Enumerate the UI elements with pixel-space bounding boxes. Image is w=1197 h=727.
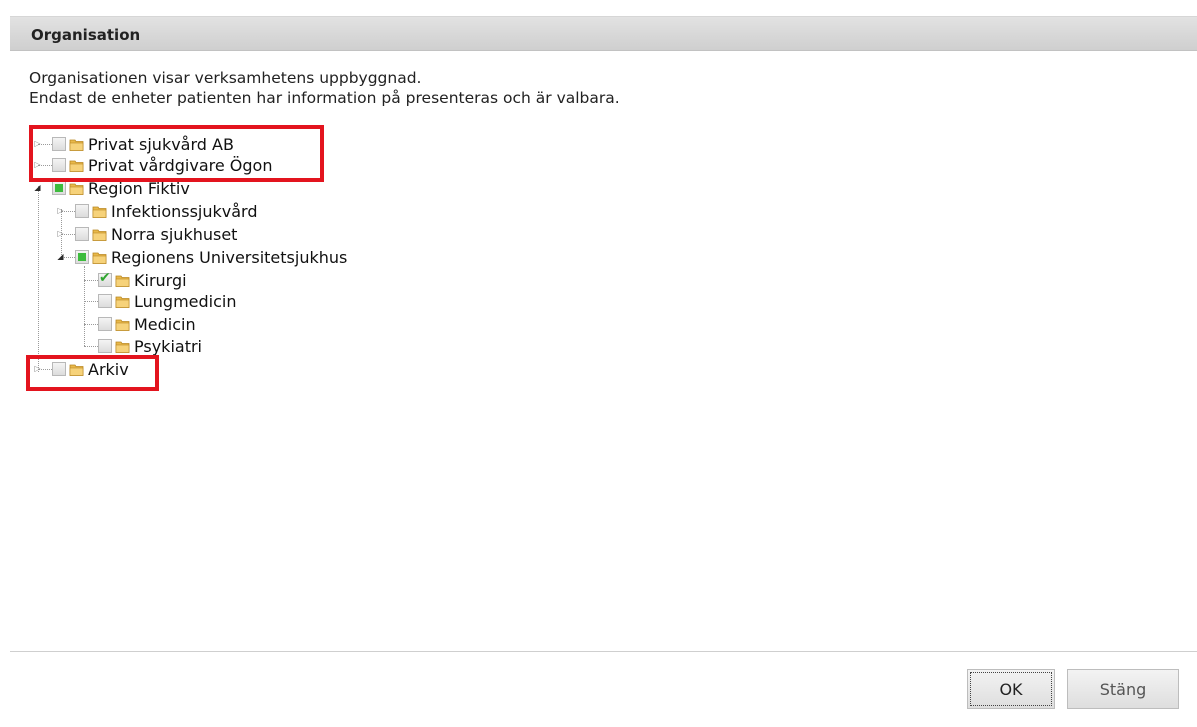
checkbox[interactable] [98, 339, 112, 353]
highlight-box [26, 355, 159, 391]
tree-node-lungmedicin[interactable]: Lungmedicin [98, 290, 236, 312]
folder-icon [115, 339, 130, 354]
tree-connector [84, 324, 98, 325]
expand-arrow-icon[interactable]: ▷ [56, 229, 65, 238]
collapse-arrow-icon[interactable]: ◢ [56, 252, 65, 261]
node-label[interactable]: Medicin [134, 315, 196, 334]
ok-button[interactable]: OK [967, 669, 1055, 709]
expand-arrow-icon[interactable]: ▷ [56, 206, 65, 215]
tree-node-psykiatri[interactable]: Psykiatri [98, 335, 202, 357]
tree-connector [84, 301, 98, 302]
node-label[interactable]: Kirurgi [134, 271, 187, 290]
tree-node-infektionssjukvard[interactable]: ▷ Infektionssjukvård [57, 200, 258, 222]
node-label[interactable]: Regionens Universitetsjukhus [111, 248, 347, 267]
checkbox[interactable] [75, 227, 89, 241]
close-button[interactable]: Stäng [1067, 669, 1179, 709]
node-label[interactable]: Norra sjukhuset [111, 225, 237, 244]
node-label[interactable]: Lungmedicin [134, 292, 236, 311]
footer-divider [10, 651, 1197, 652]
tree-node-norra-sjukhuset[interactable]: ▷ Norra sjukhuset [57, 223, 237, 245]
organisation-tree: ▷ Privat sjukvård AB ▷ Privat vårdgivare… [0, 0, 1197, 727]
folder-icon [115, 317, 130, 332]
checkbox[interactable] [98, 294, 112, 308]
tree-connector [84, 346, 98, 347]
folder-icon [92, 227, 107, 242]
tree-connector [38, 186, 39, 372]
folder-icon [92, 250, 107, 265]
tree-node-medicin[interactable]: Medicin [98, 313, 196, 335]
folder-icon [115, 294, 130, 309]
node-label[interactable]: Psykiatri [134, 337, 202, 356]
tree-connector [84, 266, 85, 346]
checkbox[interactable] [75, 250, 89, 264]
highlight-box [29, 125, 324, 182]
tree-node-regionens-universitetsjukhus[interactable]: ◢ Regionens Universitetsjukhus [57, 246, 347, 268]
collapse-arrow-icon[interactable]: ◢ [33, 183, 42, 192]
checkbox[interactable] [98, 270, 112, 287]
checkbox[interactable] [52, 181, 66, 195]
node-label[interactable]: Infektionssjukvård [111, 202, 258, 221]
folder-icon [92, 204, 107, 219]
folder-icon [115, 273, 130, 288]
checkbox[interactable] [75, 204, 89, 218]
tree-node-kirurgi[interactable]: Kirurgi [98, 269, 187, 291]
checkbox[interactable] [98, 317, 112, 331]
tree-connector [84, 280, 98, 281]
folder-icon [69, 181, 84, 196]
